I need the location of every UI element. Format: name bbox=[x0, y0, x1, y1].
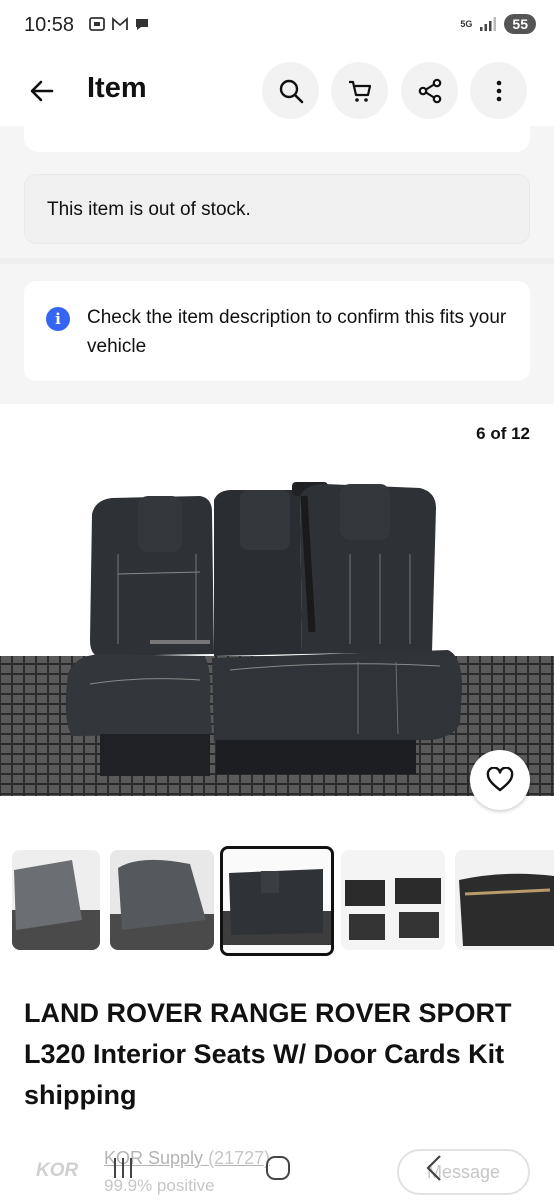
cart-button[interactable] bbox=[331, 62, 388, 119]
chat-icon bbox=[136, 19, 148, 30]
share-icon bbox=[418, 78, 441, 103]
heart-icon bbox=[486, 767, 514, 792]
out-of-stock-notice: This item is out of stock. bbox=[24, 174, 530, 244]
item-title: LAND ROVER RANGE ROVER SPORT L320 Interi… bbox=[24, 998, 512, 1110]
back-nav-icon[interactable] bbox=[424, 1154, 444, 1182]
cart-icon bbox=[348, 80, 371, 102]
more-vertical-icon bbox=[496, 80, 501, 101]
signal-icon bbox=[480, 17, 497, 31]
thumbnail-image bbox=[341, 850, 445, 950]
system-icons: 5G 55 bbox=[460, 14, 536, 34]
network-type: 5G bbox=[460, 18, 473, 29]
back-button[interactable] bbox=[22, 71, 62, 111]
share-button[interactable] bbox=[401, 62, 458, 119]
thumbnail-image bbox=[223, 849, 331, 953]
more-options-button[interactable] bbox=[470, 62, 527, 119]
fitment-notice: i Check the item description to confirm … bbox=[24, 281, 530, 381]
previous-card bbox=[24, 126, 530, 152]
recent-apps-icon[interactable] bbox=[110, 1156, 136, 1180]
search-icon bbox=[279, 79, 303, 103]
status-time: 10:58 bbox=[24, 14, 75, 36]
page-title: Item bbox=[87, 72, 147, 104]
thumbnail-strip bbox=[0, 846, 554, 958]
screenshot-icon bbox=[89, 17, 105, 31]
thumbnail-6-selected[interactable] bbox=[220, 846, 334, 956]
divider bbox=[0, 258, 554, 264]
home-icon[interactable] bbox=[264, 1154, 292, 1182]
image-counter: 6 of 12 bbox=[476, 424, 530, 443]
info-icon: i bbox=[46, 307, 70, 331]
battery-indicator: 55 bbox=[504, 14, 536, 34]
status-bar: 10:58 5G 55 bbox=[0, 0, 554, 52]
search-button[interactable] bbox=[262, 62, 319, 119]
thumbnail-image bbox=[110, 850, 214, 950]
mail-icon bbox=[112, 17, 128, 30]
item-image-gallery[interactable]: 6 of 12 bbox=[0, 404, 554, 824]
watch-button[interactable] bbox=[470, 750, 530, 810]
thumbnail-5[interactable] bbox=[110, 850, 214, 950]
back-arrow-icon bbox=[30, 80, 54, 102]
item-photo-seats bbox=[0, 404, 554, 824]
notification-icons bbox=[88, 15, 150, 33]
thumbnail-7[interactable] bbox=[341, 850, 445, 950]
thumbnail-image bbox=[455, 850, 554, 950]
thumbnail-4[interactable] bbox=[12, 850, 100, 950]
fitment-text: Check the item description to confirm th… bbox=[87, 307, 507, 357]
app-header: Item bbox=[0, 56, 554, 126]
system-nav-bar bbox=[0, 1150, 554, 1190]
out-of-stock-text: This item is out of stock. bbox=[47, 199, 251, 220]
thumbnail-image bbox=[12, 850, 100, 950]
thumbnail-8[interactable] bbox=[455, 850, 554, 950]
